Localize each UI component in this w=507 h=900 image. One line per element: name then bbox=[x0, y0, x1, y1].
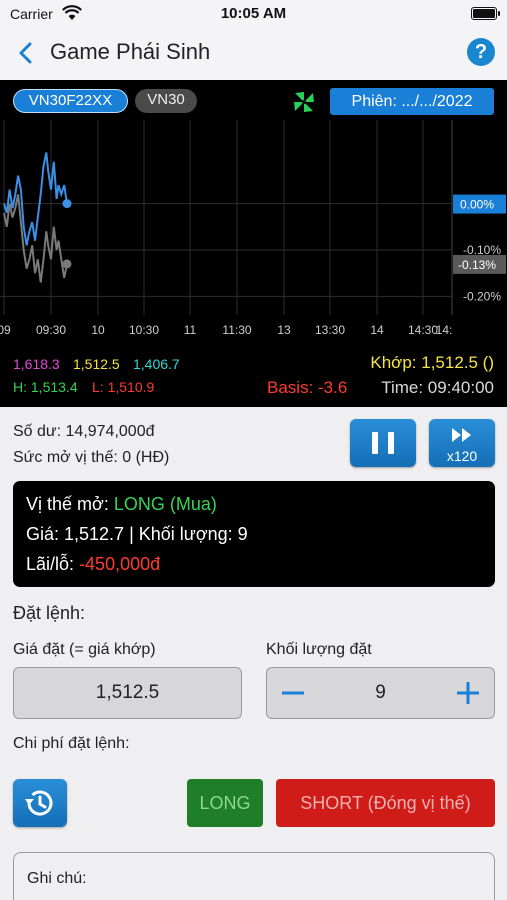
pause-icon-bar bbox=[372, 432, 378, 454]
x-tick-label: 11 bbox=[184, 323, 197, 337]
high-price: H: 1,513.4 bbox=[13, 379, 78, 395]
plus-icon bbox=[457, 682, 479, 704]
x-tick-label: 10:30 bbox=[129, 323, 159, 337]
help-button[interactable]: ? bbox=[467, 38, 495, 66]
note-box: Ghi chú: bbox=[13, 852, 495, 900]
plus-button[interactable] bbox=[448, 668, 488, 718]
nav-bar: Game Phái Sinh ? bbox=[0, 28, 507, 80]
x-tick-label: 11:30 bbox=[222, 323, 251, 337]
order-cost-label: Chi phí đặt lệnh: bbox=[13, 735, 130, 752]
position-price-qty: Giá: 1,512.7 | Khối lượng: 9 bbox=[26, 524, 248, 544]
position-side: LONG (Mua) bbox=[113, 494, 217, 514]
low-price: L: 1,510.9 bbox=[92, 379, 155, 395]
balance: Số dư: 14,974,000đ bbox=[13, 423, 155, 440]
open-position-panel: Vị thế mở: LONG (Mua) Giá: 1,512.7 | Khố… bbox=[13, 481, 495, 587]
symbol-tab-vn30[interactable]: VN30 bbox=[135, 89, 197, 113]
x-tick-label: 09 bbox=[0, 323, 11, 337]
battery-icon bbox=[471, 7, 500, 20]
history-icon bbox=[25, 790, 53, 816]
y-tick-label: -0.20% bbox=[463, 289, 501, 303]
y-tick-label: -0.10% bbox=[463, 243, 501, 257]
fan-icon[interactable] bbox=[291, 89, 317, 115]
qty-label: Khối lượng đặt bbox=[266, 641, 372, 658]
floor-price: 1,406.7 bbox=[133, 356, 180, 372]
last-value-label: 0.00% bbox=[460, 198, 494, 212]
x-tick-label: 14: bbox=[436, 323, 453, 337]
page-title: Game Phái Sinh bbox=[50, 39, 211, 64]
minus-button[interactable] bbox=[273, 668, 313, 718]
series-end-point bbox=[62, 199, 72, 209]
history-button[interactable] bbox=[13, 779, 67, 827]
position-pl-row: Lãi/lỗ: -450,000đ bbox=[26, 554, 160, 575]
chart-panel: VN30F22XX VN30 Phiên: .../.../2022 09 09:… bbox=[0, 80, 507, 407]
note-label: Ghi chú: bbox=[27, 870, 87, 887]
x-tick-label: 14:30 bbox=[408, 323, 438, 337]
ref-price: 1,618.3 bbox=[13, 356, 60, 372]
symbol-tab-vn30f[interactable]: VN30F22XX bbox=[13, 89, 128, 113]
last-price: 1,512.5 bbox=[73, 356, 120, 372]
pause-button[interactable] bbox=[350, 419, 416, 467]
x-tick-label: 13:30 bbox=[315, 323, 345, 337]
position-side-row: Vị thế mở: LONG (Mua) bbox=[26, 494, 217, 515]
quantity-value: 9 bbox=[375, 682, 386, 703]
price-chart: 09 09:30 10 10:30 11 11:30 13 13:30 14 14:3014: -0… bbox=[0, 120, 506, 337]
x-tick-label: 10 bbox=[91, 323, 105, 337]
pl-label: Lãi/lỗ: bbox=[26, 554, 80, 574]
order-price-input[interactable]: 1,512.5 bbox=[13, 667, 242, 719]
match-price: Khớp: 1,512.5 () bbox=[370, 353, 494, 372]
series-line bbox=[3, 152, 68, 246]
x-tick-label: 09:30 bbox=[36, 323, 66, 337]
long-button[interactable]: LONG bbox=[187, 779, 263, 827]
clock: 10:05 AM bbox=[220, 5, 287, 22]
playback-time: Time: 09:40:00 bbox=[381, 378, 494, 397]
order-title: Đặt lệnh: bbox=[13, 603, 86, 623]
x-tick-label: 14 bbox=[370, 323, 384, 337]
fast-forward-button[interactable]: x120 bbox=[429, 419, 495, 467]
status-bar: Carrier 10:05 AM bbox=[0, 0, 507, 28]
short-button[interactable]: SHORT (Đóng vị thế) bbox=[276, 779, 495, 827]
pl-value: -450,000đ bbox=[79, 554, 161, 574]
speed-label: x120 bbox=[446, 448, 478, 464]
pause-icon-bar bbox=[388, 432, 394, 454]
last-value-label: -0.13% bbox=[458, 258, 496, 272]
quantity-stepper: 9 bbox=[266, 667, 495, 719]
basis-value: Basis: -3.6 bbox=[267, 378, 348, 397]
x-tick-label: 13 bbox=[277, 323, 291, 337]
price-label: Giá đặt (= giá khớp) bbox=[13, 641, 156, 658]
back-icon[interactable] bbox=[14, 38, 38, 68]
fast-forward-icon bbox=[452, 428, 471, 442]
series-end-point bbox=[62, 259, 72, 269]
position-label: Vị thế mở: bbox=[26, 494, 114, 514]
session-selector[interactable]: Phiên: .../.../2022 bbox=[330, 88, 494, 115]
open-capacity: Sức mở vị thế: 0 (HĐ) bbox=[13, 449, 170, 466]
minus-icon bbox=[282, 691, 304, 695]
